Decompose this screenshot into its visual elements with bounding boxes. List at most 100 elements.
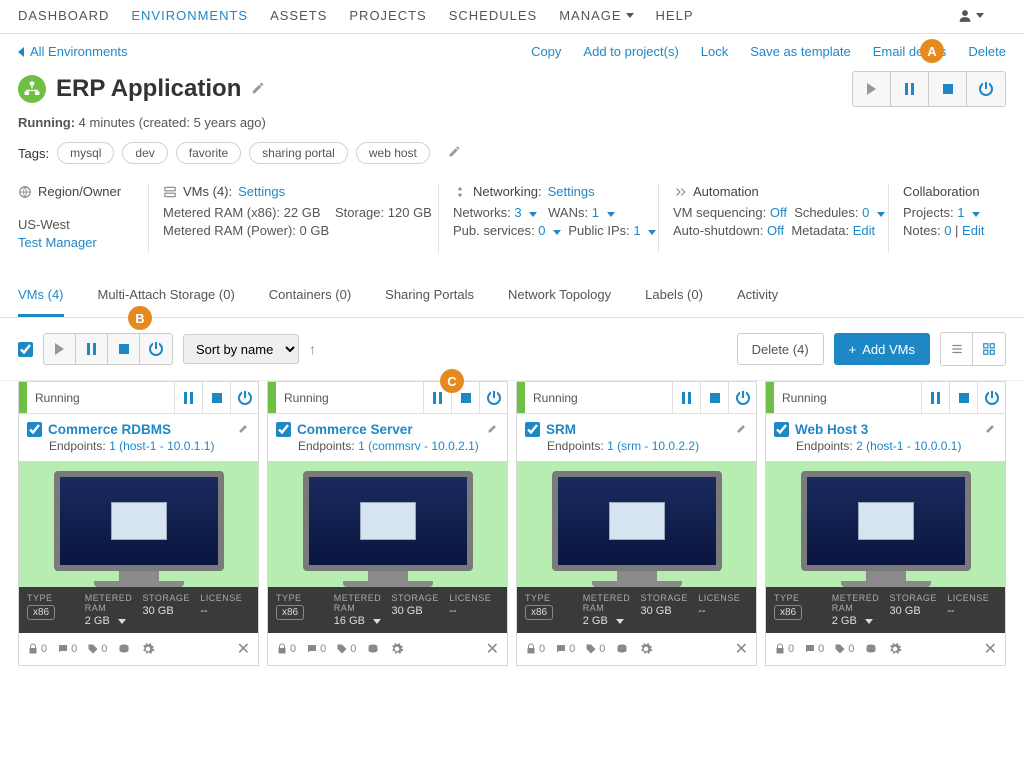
pub-services-count[interactable]: 0 [538, 223, 545, 238]
lock-count[interactable]: 0 [525, 643, 545, 655]
note-count[interactable]: 0 [555, 643, 575, 655]
auto-shutdown[interactable]: Off [767, 223, 784, 238]
breadcrumb-back[interactable]: All Environments [18, 44, 128, 59]
select-all-checkbox[interactable] [18, 342, 33, 357]
settings-icon[interactable] [141, 642, 155, 656]
edit-vm-icon[interactable] [985, 422, 997, 437]
env-pause-button[interactable] [891, 72, 929, 106]
edit-tags-icon[interactable] [448, 145, 461, 161]
bulk-power-button[interactable] [140, 334, 172, 364]
networks-count[interactable]: 3 [514, 205, 521, 220]
disk-icon[interactable] [366, 643, 380, 655]
vm-sequencing[interactable]: Off [770, 205, 787, 220]
note-count[interactable]: 0 [306, 643, 326, 655]
lock-count[interactable]: 0 [774, 643, 794, 655]
vm-stop-button[interactable] [700, 382, 728, 413]
owner-link[interactable]: Test Manager [18, 235, 97, 250]
notes-count[interactable]: 0 [944, 223, 951, 238]
label-count[interactable]: 0 [834, 643, 854, 655]
vm-ram[interactable]: 2 GB [832, 615, 882, 627]
notes-edit[interactable]: Edit [962, 223, 984, 238]
vm-name[interactable]: Commerce RDBMS [48, 422, 222, 437]
user-menu[interactable] [958, 9, 984, 23]
nav-assets[interactable]: ASSETS [270, 8, 327, 23]
edit-title-icon[interactable] [251, 81, 265, 98]
vm-select-checkbox[interactable] [525, 422, 540, 437]
nav-schedules[interactable]: SCHEDULES [449, 8, 537, 23]
grid-view-button[interactable] [973, 333, 1005, 365]
endpoint-link[interactable]: 1 (srm - 10.0.2.2) [607, 439, 699, 453]
net-settings-link[interactable]: Settings [548, 184, 595, 199]
vm-name[interactable]: SRM [546, 422, 720, 437]
env-play-button[interactable] [853, 72, 891, 106]
label-count[interactable]: 0 [585, 643, 605, 655]
bulk-pause-button[interactable] [76, 334, 108, 364]
disk-icon[interactable] [615, 643, 629, 655]
wans-count[interactable]: 1 [592, 205, 599, 220]
settings-icon[interactable] [888, 642, 902, 656]
vm-select-checkbox[interactable] [774, 422, 789, 437]
vm-thumbnail[interactable] [268, 461, 507, 587]
public-ips-count[interactable]: 1 [633, 223, 640, 238]
tab-network-topology[interactable]: Network Topology [508, 275, 611, 317]
action-delete[interactable]: Delete [968, 44, 1006, 59]
delete-vms-button[interactable]: Delete (4) [737, 333, 824, 365]
nav-manage[interactable]: MANAGE [559, 8, 633, 23]
tab-sharing-portals[interactable]: Sharing Portals [385, 275, 474, 317]
vm-ram[interactable]: 16 GB [334, 615, 384, 627]
remove-vm-button[interactable]: ✕ [984, 639, 997, 659]
label-count[interactable]: 0 [336, 643, 356, 655]
tag-web-host[interactable]: web host [356, 142, 430, 164]
tab-vms[interactable]: VMs (4) [18, 275, 64, 317]
bulk-play-button[interactable] [44, 334, 76, 364]
tab-multi-attach-storage[interactable]: Multi-Attach Storage (0) [98, 275, 235, 317]
vm-select-checkbox[interactable] [27, 422, 42, 437]
projects-count[interactable]: 1 [957, 205, 964, 220]
vm-pause-button[interactable] [921, 382, 949, 413]
note-count[interactable]: 0 [804, 643, 824, 655]
edit-vm-icon[interactable] [238, 422, 250, 437]
bulk-stop-button[interactable] [108, 334, 140, 364]
action-lock[interactable]: Lock [701, 44, 728, 59]
remove-vm-button[interactable]: ✕ [486, 639, 499, 659]
vm-ram[interactable]: 2 GB [583, 615, 633, 627]
tag-sharing-portal[interactable]: sharing portal [249, 142, 348, 164]
action-save-template[interactable]: Save as template [750, 44, 850, 59]
vm-select-checkbox[interactable] [276, 422, 291, 437]
action-copy[interactable]: Copy [531, 44, 561, 59]
vm-stop-button[interactable] [202, 382, 230, 413]
nav-dashboard[interactable]: DASHBOARD [18, 8, 109, 23]
vm-name[interactable]: Commerce Server [297, 422, 471, 437]
env-stop-button[interactable] [929, 72, 967, 106]
disk-icon[interactable] [117, 643, 131, 655]
vm-ram[interactable]: 2 GB [85, 615, 135, 627]
endpoint-link[interactable]: 1 (host-1 - 10.0.1.1) [109, 439, 214, 453]
endpoint-link[interactable]: 1 (commsrv - 10.0.2.1) [358, 439, 479, 453]
add-vms-button[interactable]: +Add VMs [834, 333, 930, 365]
edit-vm-icon[interactable] [736, 422, 748, 437]
sort-direction-button[interactable]: ↑ [309, 341, 316, 357]
tab-containers[interactable]: Containers (0) [269, 275, 351, 317]
vm-power-button[interactable] [977, 382, 1005, 413]
action-add-to-projects[interactable]: Add to project(s) [583, 44, 678, 59]
schedules-count[interactable]: 0 [862, 205, 869, 220]
lock-count[interactable]: 0 [27, 643, 47, 655]
vm-name[interactable]: Web Host 3 [795, 422, 969, 437]
label-count[interactable]: 0 [87, 643, 107, 655]
tag-dev[interactable]: dev [122, 142, 167, 164]
vm-thumbnail[interactable] [19, 461, 258, 587]
metadata-edit[interactable]: Edit [853, 223, 875, 238]
tag-favorite[interactable]: favorite [176, 142, 241, 164]
vm-pause-button[interactable] [672, 382, 700, 413]
env-power-button[interactable] [967, 72, 1005, 106]
settings-icon[interactable] [639, 642, 653, 656]
nav-environments[interactable]: ENVIRONMENTS [131, 8, 248, 23]
settings-icon[interactable] [390, 642, 404, 656]
sort-select[interactable]: Sort by name [183, 334, 299, 364]
vms-settings-link[interactable]: Settings [238, 184, 285, 199]
remove-vm-button[interactable]: ✕ [237, 639, 250, 659]
vm-power-button[interactable] [479, 382, 507, 413]
remove-vm-button[interactable]: ✕ [735, 639, 748, 659]
vm-stop-button[interactable] [949, 382, 977, 413]
vm-power-button[interactable] [728, 382, 756, 413]
